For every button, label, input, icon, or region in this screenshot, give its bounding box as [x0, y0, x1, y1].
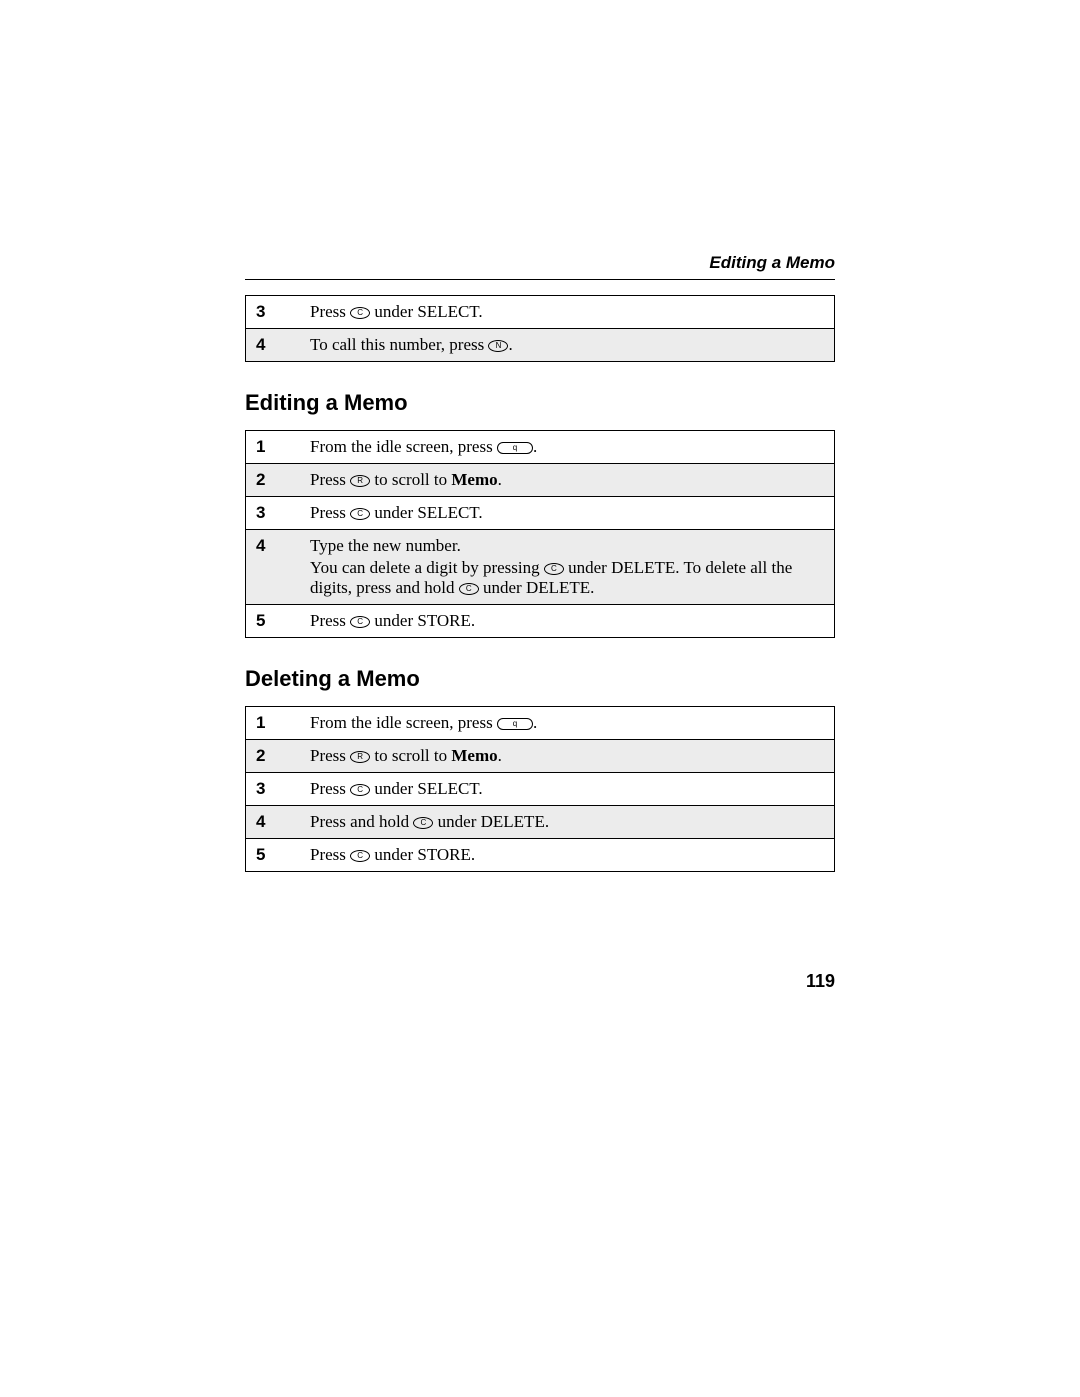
- step-number: 1: [246, 431, 301, 464]
- step-text-pre: Press: [310, 470, 350, 489]
- step-text-pre: Press: [310, 779, 350, 798]
- step-body: From the idle screen, press q.: [300, 431, 835, 464]
- step-body: From the idle screen, press q.: [300, 707, 835, 740]
- step-text-pre: From the idle screen, press: [310, 437, 497, 456]
- step-text-bold: Memo: [451, 746, 497, 765]
- step-text-pre: Press: [310, 503, 350, 522]
- running-head: Editing a Memo: [709, 253, 835, 273]
- step-number: 5: [246, 605, 301, 638]
- softkey-icon: C: [350, 307, 370, 319]
- sub-pre: You can delete a digit by pressing: [310, 558, 544, 577]
- step-body: Press C under SELECT.: [300, 497, 835, 530]
- menu-key-icon: q: [497, 442, 533, 454]
- table-row: 4 Press and hold C under DELETE.: [246, 806, 835, 839]
- sub-post: under DELETE.: [479, 578, 595, 597]
- step-text-post: under STORE.: [370, 611, 475, 630]
- step-body: Press C under STORE.: [300, 839, 835, 872]
- step-body: Press C under SELECT.: [300, 773, 835, 806]
- step-number: 5: [246, 839, 301, 872]
- step-body: Press R to scroll to Memo.: [300, 464, 835, 497]
- step-body: To call this number, press N.: [300, 329, 835, 362]
- step-number: 4: [246, 530, 301, 605]
- softkey-icon: C: [544, 563, 564, 575]
- step-body: Press and hold C under DELETE.: [300, 806, 835, 839]
- page: Editing a Memo 3 Press C under SELECT. 4…: [0, 0, 1080, 1397]
- softkey-icon: C: [413, 817, 433, 829]
- step-text-pre: Press: [310, 302, 350, 321]
- step-text-line1: Type the new number.: [310, 536, 461, 555]
- header-rule: [245, 279, 835, 280]
- step-text-pre: From the idle screen, press: [310, 713, 497, 732]
- softkey-icon: C: [459, 583, 479, 595]
- section-title-deleting: Deleting a Memo: [245, 666, 835, 692]
- menu-key-icon: q: [497, 718, 533, 730]
- step-body: Press C under STORE.: [300, 605, 835, 638]
- table-row: 5 Press C under STORE.: [246, 839, 835, 872]
- table-row: 2 Press R to scroll to Memo.: [246, 740, 835, 773]
- softkey-icon: C: [350, 616, 370, 628]
- step-number: 1: [246, 707, 301, 740]
- call-key-icon: N: [488, 340, 508, 352]
- step-number: 2: [246, 740, 301, 773]
- steps-table-deleting: 1 From the idle screen, press q. 2 Press…: [245, 706, 835, 872]
- step-number: 4: [246, 806, 301, 839]
- softkey-icon: C: [350, 508, 370, 520]
- step-text-mid: to scroll to: [370, 470, 451, 489]
- step-text-sub: You can delete a digit by pressing C und…: [310, 558, 824, 598]
- table-row: 3 Press C under SELECT.: [246, 296, 835, 329]
- softkey-icon: C: [350, 784, 370, 796]
- step-text-pre: Press and hold: [310, 812, 413, 831]
- step-body: Type the new number. You can delete a di…: [300, 530, 835, 605]
- table-row: 2 Press R to scroll to Memo.: [246, 464, 835, 497]
- step-number: 3: [246, 296, 301, 329]
- step-number: 4: [246, 329, 301, 362]
- nav-key-icon: R: [350, 475, 370, 487]
- table-row: 3 Press C under SELECT.: [246, 773, 835, 806]
- step-text-post: under SELECT.: [370, 779, 483, 798]
- page-number: 119: [806, 971, 835, 992]
- step-text-post: .: [498, 470, 502, 489]
- step-text-pre: To call this number, press: [310, 335, 488, 354]
- step-text-post: under SELECT.: [370, 302, 483, 321]
- step-text-post: .: [533, 437, 537, 456]
- step-body: Press C under SELECT.: [300, 296, 835, 329]
- step-body: Press R to scroll to Memo.: [300, 740, 835, 773]
- step-text-post: under STORE.: [370, 845, 475, 864]
- step-text-post: .: [508, 335, 512, 354]
- steps-table-editing: 1 From the idle screen, press q. 2 Press…: [245, 430, 835, 638]
- step-text-post: under SELECT.: [370, 503, 483, 522]
- step-text-post: .: [533, 713, 537, 732]
- step-text-bold: Memo: [451, 470, 497, 489]
- nav-key-icon: R: [350, 751, 370, 763]
- table-row: 3 Press C under SELECT.: [246, 497, 835, 530]
- step-text-post: under DELETE.: [433, 812, 549, 831]
- steps-table-1: 3 Press C under SELECT. 4 To call this n…: [245, 295, 835, 362]
- table-row: 4 To call this number, press N.: [246, 329, 835, 362]
- step-text-post: .: [498, 746, 502, 765]
- step-text-mid: to scroll to: [370, 746, 451, 765]
- step-number: 2: [246, 464, 301, 497]
- step-text-pre: Press: [310, 611, 350, 630]
- step-text-pre: Press: [310, 746, 350, 765]
- step-number: 3: [246, 497, 301, 530]
- table-row: 1 From the idle screen, press q.: [246, 707, 835, 740]
- section-title-editing: Editing a Memo: [245, 390, 835, 416]
- table-row: 1 From the idle screen, press q.: [246, 431, 835, 464]
- table-row: 4 Type the new number. You can delete a …: [246, 530, 835, 605]
- step-text-pre: Press: [310, 845, 350, 864]
- table-row: 5 Press C under STORE.: [246, 605, 835, 638]
- step-number: 3: [246, 773, 301, 806]
- softkey-icon: C: [350, 850, 370, 862]
